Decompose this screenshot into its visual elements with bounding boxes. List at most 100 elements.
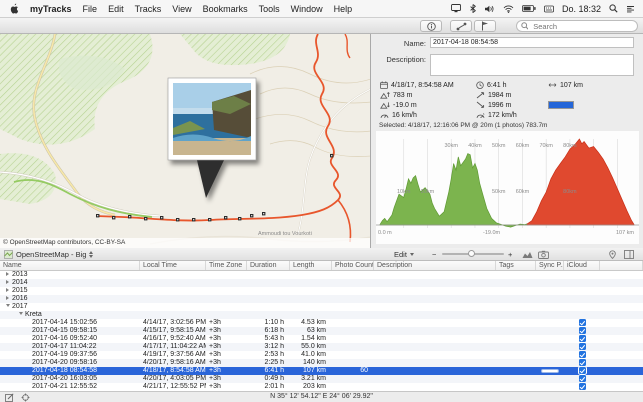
- table-row[interactable]: 2017-04-18 08:54:584/18/17, 8:54:58 AM+3…: [0, 367, 643, 375]
- cell-time-zone: +3h: [206, 319, 247, 327]
- table-row[interactable]: 2017-04-17 11:04:224/17/17, 11:04:22 AM+…: [0, 343, 643, 351]
- flag-button[interactable]: [474, 20, 496, 32]
- zoom-out-label[interactable]: −: [432, 248, 436, 260]
- table-row[interactable]: 2017-04-14 15:02:564/14/17, 3:02:56 PM+3…: [0, 319, 643, 327]
- name-cell: 2017-04-17 11:04:22: [0, 343, 140, 351]
- cell-description: [374, 359, 496, 367]
- cell-length: [290, 303, 332, 311]
- disclosure-triangle[interactable]: [6, 288, 9, 292]
- cell-description: [374, 351, 496, 359]
- column-header-local-time[interactable]: Local Time: [140, 261, 206, 270]
- disclosure-triangle[interactable]: [19, 312, 23, 315]
- column-header-description[interactable]: Description: [374, 261, 496, 270]
- volume-icon[interactable]: [485, 5, 495, 13]
- icloud-checkbox[interactable]: [579, 327, 586, 334]
- menu-item-file[interactable]: File: [83, 4, 98, 14]
- zoom-in-label[interactable]: +: [508, 248, 512, 260]
- group-row[interactable]: Kreta: [0, 311, 643, 319]
- row-name-label: 2017: [12, 303, 28, 310]
- cell-time-zone: +3h: [206, 359, 247, 367]
- menu-item-window[interactable]: Window: [291, 4, 323, 14]
- menu-clock[interactable]: Do. 18:32: [562, 4, 601, 14]
- chart-series-elevation-selected: [527, 139, 634, 225]
- disclosure-triangle[interactable]: [6, 272, 9, 276]
- column-header-name[interactable]: Name: [0, 261, 140, 270]
- edit-mode-selector[interactable]: Edit: [394, 248, 414, 260]
- icloud-checkbox[interactable]: [579, 319, 586, 326]
- cell-duration: 3:12 h: [247, 343, 290, 351]
- cell-tags: [496, 319, 536, 327]
- table-row[interactable]: 2017-04-20 16:03:054/20/17, 4:03:05 PM+3…: [0, 375, 643, 383]
- info-button[interactable]: [420, 20, 442, 32]
- spotlight-magnifier-icon[interactable]: [609, 4, 618, 13]
- cell-local-time: 4/17/17, 11:04:22 AM: [140, 343, 206, 351]
- icloud-checkbox[interactable]: [579, 359, 586, 366]
- waypoint-toggle-button[interactable]: [608, 248, 617, 260]
- keyboard-icon[interactable]: [544, 5, 554, 13]
- column-header-tags[interactable]: Tags: [496, 261, 536, 270]
- map-attribution: © OpenStreetMap contributors, CC-BY-SA: [0, 238, 370, 248]
- apple-logo-icon[interactable]: [10, 3, 19, 14]
- cell-time-zone: +3h: [206, 335, 247, 343]
- zoom-slider-track[interactable]: [442, 253, 504, 255]
- icloud-checkbox[interactable]: [579, 383, 586, 390]
- elevation-overlay-button[interactable]: [522, 248, 533, 260]
- table-row[interactable]: 2017-04-20 09:58:164/20/17, 9:58:16 AM+3…: [0, 359, 643, 367]
- disclosure-triangle[interactable]: [6, 304, 10, 307]
- search-input[interactable]: [531, 21, 633, 32]
- zoom-slider-knob[interactable]: [468, 250, 475, 257]
- row-name-label: 2013: [12, 271, 28, 278]
- icloud-checkbox[interactable]: [579, 343, 586, 350]
- notification-center-icon[interactable]: [626, 5, 635, 13]
- icloud-checkbox[interactable]: [579, 375, 586, 382]
- track-color-well[interactable]: [548, 101, 574, 109]
- group-row[interactable]: 2017: [0, 303, 643, 311]
- column-header-time-zone[interactable]: Time Zone: [206, 261, 247, 270]
- bluetooth-icon[interactable]: [469, 4, 477, 13]
- group-row[interactable]: 2014: [0, 279, 643, 287]
- disclosure-triangle[interactable]: [6, 280, 9, 284]
- column-header-photo-count[interactable]: Photo Count: [332, 261, 374, 270]
- icloud-checkbox[interactable]: [579, 335, 586, 342]
- map-view[interactable]: Ammoudi tou Vourkoti © OpenStreetMap con…: [0, 34, 371, 248]
- zoom-slider[interactable]: [442, 248, 504, 260]
- icloud-checkbox[interactable]: [579, 367, 586, 374]
- battery-icon[interactable]: [522, 5, 536, 12]
- table-row[interactable]: 2017-04-15 09:58:154/15/17, 9:58:15 AM+3…: [0, 327, 643, 335]
- menu-item-edit[interactable]: Edit: [108, 4, 124, 14]
- menu-item-app[interactable]: myTracks: [30, 4, 72, 14]
- description-field[interactable]: [430, 54, 634, 76]
- cell-time-zone: [206, 311, 247, 319]
- menu-item-tracks[interactable]: Tracks: [135, 4, 162, 14]
- elevation-chart[interactable]: 30km40km50km60km70km80km10km20km50km60km…: [376, 131, 639, 244]
- column-header-duration[interactable]: Duration: [247, 261, 290, 270]
- disclosure-triangle[interactable]: [6, 296, 9, 300]
- menu-item-view[interactable]: View: [172, 4, 191, 14]
- table-row[interactable]: 2017-04-16 09:52:404/16/17, 9:52:40 AM+3…: [0, 335, 643, 343]
- group-row[interactable]: 2016: [0, 295, 643, 303]
- table-row[interactable]: 2017-04-19 09:37:564/19/17, 9:37:56 AM+3…: [0, 351, 643, 359]
- photo-overlay-button[interactable]: [538, 248, 549, 260]
- route-button[interactable]: [450, 20, 472, 32]
- menu-item-tools[interactable]: Tools: [259, 4, 280, 14]
- wifi-icon[interactable]: [503, 5, 514, 13]
- map-layer-selector[interactable]: OpenStreetMap - Big: [4, 248, 93, 260]
- route-icon: [456, 22, 467, 31]
- row-name-label: 2017-04-16 09:52:40: [32, 335, 97, 342]
- cell-tags: [496, 295, 536, 303]
- column-header-length[interactable]: Length: [290, 261, 332, 270]
- menu-item-bookmarks[interactable]: Bookmarks: [203, 4, 248, 14]
- cell-local-time: 4/15/17, 9:58:15 AM: [140, 327, 206, 335]
- name-field[interactable]: [430, 37, 634, 48]
- group-row[interactable]: 2013: [0, 271, 643, 279]
- column-header-sync-p[interactable]: Sync P...: [536, 261, 564, 270]
- table-row[interactable]: 2017-04-21 12:55:524/21/17, 12:55:52 PM+…: [0, 383, 643, 391]
- group-row[interactable]: 2015: [0, 287, 643, 295]
- icloud-checkbox[interactable]: [579, 351, 586, 358]
- panel-toggle-button[interactable]: [624, 248, 634, 260]
- waypoint-marker-dot: [161, 217, 162, 218]
- search-field[interactable]: [516, 20, 638, 32]
- column-header-icloud[interactable]: iCloud: [564, 261, 600, 270]
- menu-item-help[interactable]: Help: [334, 4, 353, 14]
- display-icon[interactable]: [451, 4, 461, 13]
